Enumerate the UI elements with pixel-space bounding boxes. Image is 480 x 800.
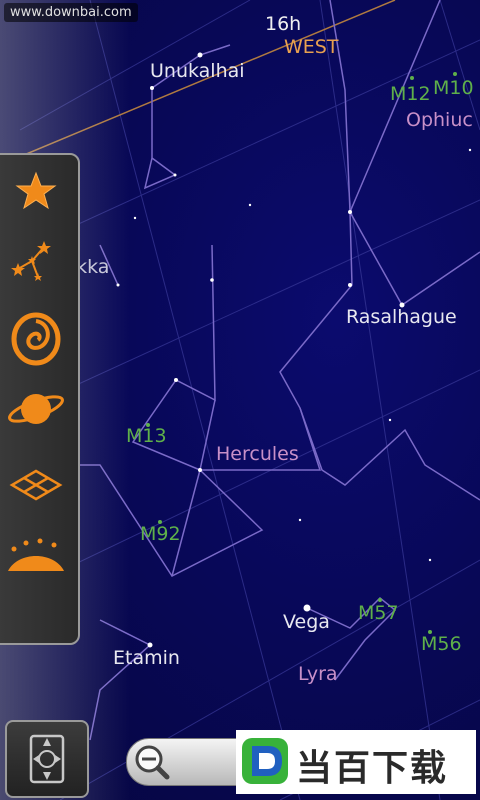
star <box>388 418 392 422</box>
constellation-label-ophiuchus[interactable]: Ophiuc <box>406 109 473 131</box>
star <box>197 52 203 58</box>
star-label-unukalhai[interactable]: Unukalhai <box>150 60 245 82</box>
galaxy-icon <box>11 312 61 366</box>
layer-horizon-button[interactable] <box>4 527 68 591</box>
star <box>298 518 302 522</box>
hour-label: 16h <box>265 13 302 35</box>
constellation-icon <box>11 241 51 281</box>
messier-label-m12[interactable]: M12 <box>390 83 431 105</box>
zoom-out-icon[interactable] <box>127 739 177 785</box>
star <box>198 468 202 472</box>
star <box>468 148 472 152</box>
layer-stars-button[interactable] <box>4 159 68 223</box>
star <box>150 86 154 90</box>
compass-icon <box>29 734 65 784</box>
constellation-label-lyra[interactable]: Lyra <box>298 663 338 685</box>
messier-dot <box>410 76 414 80</box>
star-icon <box>15 171 57 210</box>
horizon-icon <box>8 538 64 571</box>
watermark: www.downbai.com <box>4 3 138 22</box>
star-label-etamin[interactable]: Etamin <box>113 647 180 669</box>
star <box>348 210 352 214</box>
star <box>428 558 432 562</box>
sky-map[interactable]: www.downbai.com 16h WEST Unukalhai Alphe… <box>0 0 480 800</box>
watermark-logo: 当百下载 <box>236 730 476 794</box>
messier-dot <box>453 72 457 76</box>
star <box>174 378 178 382</box>
logo-d-icon <box>242 738 288 784</box>
star <box>133 216 137 220</box>
compass-mode-button[interactable] <box>5 720 89 798</box>
messier-dots <box>146 72 457 634</box>
constellation-label-hercules[interactable]: Hercules <box>216 443 299 465</box>
star <box>210 278 214 282</box>
ophiuchus-line <box>349 0 441 213</box>
planet-icon <box>8 394 64 424</box>
layer-grid-button[interactable] <box>4 455 68 519</box>
ophiuchus-line <box>279 211 480 501</box>
star <box>173 173 177 177</box>
messier-label-m13[interactable]: M13 <box>126 425 167 447</box>
messier-label-m92[interactable]: M92 <box>140 523 181 545</box>
star <box>348 283 352 287</box>
ophiuchus-line <box>329 0 480 307</box>
messier-label-m56[interactable]: M56 <box>421 633 462 655</box>
messier-label-m10[interactable]: M10 <box>433 77 474 99</box>
layer-messier-button[interactable] <box>4 307 68 371</box>
messier-label-m57[interactable]: M57 <box>358 602 399 624</box>
layer-planets-button[interactable] <box>4 377 68 441</box>
star <box>248 203 252 207</box>
star-label-rasalhague[interactable]: Rasalhague <box>346 306 457 328</box>
grid-icon <box>9 469 63 501</box>
direction-label: WEST <box>284 36 339 58</box>
logo-text: 当百下载 <box>296 748 449 789</box>
layer-constellations-button[interactable] <box>4 237 68 301</box>
layer-panel <box>0 153 80 645</box>
star-label-vega[interactable]: Vega <box>283 611 330 633</box>
